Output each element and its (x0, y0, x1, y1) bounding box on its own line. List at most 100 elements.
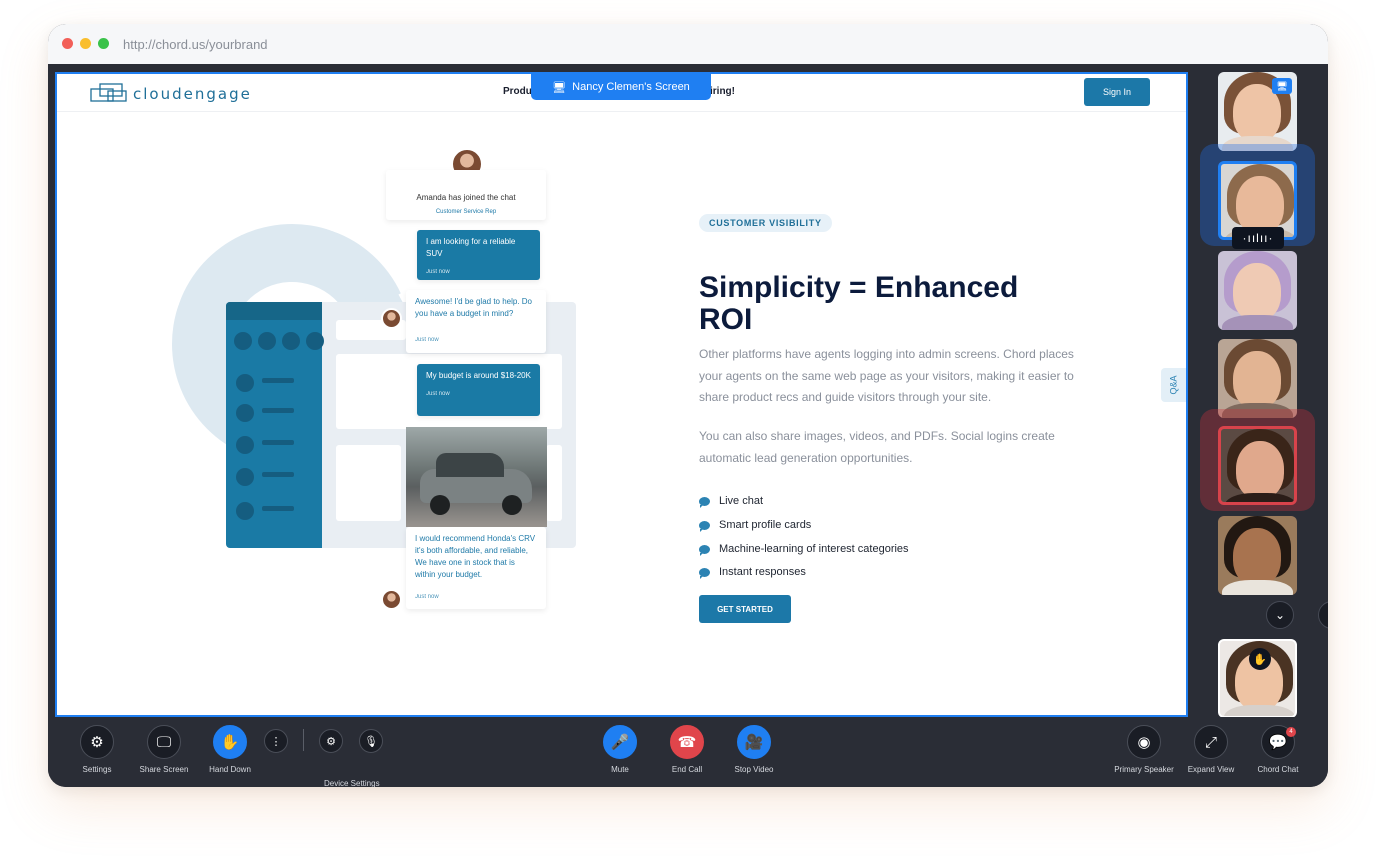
chat-message-time: Just now (415, 594, 439, 600)
hero-paragraph-1: Other platforms have agents logging into… (699, 347, 1074, 404)
raised-hand-icon: ✋ (1249, 648, 1271, 670)
camera-settings-icon: ⚙ (326, 735, 336, 748)
shared-screen-view: cloudengage Produ iring! Sign In 🖥 Nancy… (55, 72, 1188, 717)
logo-text: cloudengage (133, 85, 252, 103)
dashboard-dot (236, 502, 254, 520)
dashboard-bar (262, 408, 294, 413)
car-window (436, 453, 504, 477)
raised-hand-icon[interactable]: ✋ (213, 725, 247, 759)
dashboard-dot (236, 374, 254, 392)
participant-face (1233, 528, 1281, 586)
chat-message-time: Just now (415, 337, 439, 343)
mic-settings-button[interactable]: 🎙 (359, 729, 383, 753)
dashboard-dot (282, 332, 300, 350)
chat-message-text: My budget is around $18-20K (426, 371, 531, 380)
minimize-window-button[interactable] (80, 38, 91, 49)
participants-sidebar: 🖥 ·ıılıı· ⌄ ⌃ (1188, 64, 1328, 718)
dashboard-dot (234, 332, 252, 350)
dashboard-bar (262, 440, 294, 445)
chat-bubble-icon (699, 496, 710, 508)
hand-down-label: Hand Down (209, 765, 251, 774)
feature-item: Machine-learning of interest categories (699, 543, 909, 556)
feature-label: Smart profile cards (719, 519, 812, 531)
chat-message-text: I am looking for a reliable SUV (426, 237, 516, 258)
end-call-label: End Call (671, 765, 703, 774)
scroll-down-button[interactable]: ⌄ (1266, 601, 1294, 629)
participant-face (1236, 441, 1284, 499)
screen-share-icon: 🖥 (1272, 78, 1292, 94)
expand-view-label: Expand View (1187, 765, 1235, 774)
hero-title: Simplicity = Enhanced ROI (699, 271, 1019, 336)
hero-paragraph-2: You can also share images, videos, and P… (699, 429, 1055, 465)
sign-in-button[interactable]: Sign In (1084, 78, 1150, 106)
chat-joined-card: Amanda has joined the chat Customer Serv… (386, 170, 546, 220)
feature-label: Instant responses (719, 566, 806, 578)
chat-message-text: I would recommend Honda's CRV it's both … (415, 534, 536, 579)
more-options-button[interactable]: ⋮ (264, 729, 288, 753)
microphone-icon[interactable]: 🎤 (603, 725, 637, 759)
presenter-name: Nancy Clemen's Screen (572, 81, 690, 93)
app-window: http://chord.us/yourbrand cloudengage Pr… (48, 24, 1328, 787)
presenter-screen-label: 🖥 Nancy Clemen's Screen (531, 74, 711, 100)
participant-face (1236, 176, 1284, 234)
feature-item: Live chat (699, 495, 764, 508)
agent-avatar-small (381, 589, 402, 610)
hand-down-control[interactable]: ✋ Hand Down (190, 725, 270, 774)
dashboard-sidebar-top (226, 302, 322, 320)
chat-message-agent: Awesome! I'd be glad to help. Do you hav… (406, 290, 546, 353)
mute-label: Mute (611, 765, 629, 774)
chord-chat-label: Chord Chat (1257, 765, 1299, 774)
share-screen-icon[interactable]: 🖵 (147, 725, 181, 759)
gear-icon[interactable]: ⚙ (80, 725, 114, 759)
stop-video-control[interactable]: 🎥 Stop Video (714, 725, 794, 774)
get-started-button[interactable]: GET STARTED (699, 595, 791, 623)
chord-chat-control[interactable]: 💬 4 Chord Chat (1238, 725, 1318, 774)
participant-tile[interactable] (1218, 516, 1297, 595)
device-settings-label: Device Settings (324, 779, 380, 787)
settings-label: Settings (82, 765, 112, 774)
chat-bubble-icon (699, 567, 710, 579)
dashboard-card (336, 445, 401, 521)
dashboard-sidebar (226, 302, 324, 548)
qa-tab[interactable]: Q&A (1161, 368, 1186, 402)
video-camera-icon[interactable]: 🎥 (737, 725, 771, 759)
participant-tile[interactable] (1218, 339, 1297, 418)
call-toolbar: ⚙ Settings 🖵 Share Screen ✋ Hand Down ⋮ … (48, 717, 1328, 787)
chat-message-time: Just now (426, 391, 450, 397)
browser-titlebar: http://chord.us/yourbrand (48, 24, 1328, 64)
car-photo (406, 427, 547, 527)
nav-headline-right: iring! (710, 86, 735, 97)
url-bar[interactable]: http://chord.us/yourbrand (123, 37, 268, 52)
dashboard-bar (262, 472, 294, 477)
dashboard-dot (258, 332, 276, 350)
participant-body (1225, 493, 1294, 502)
car-wheel (502, 495, 522, 515)
chat-message-visitor: My budget is around $18-20K Just now (417, 364, 540, 416)
expand-icon[interactable]: ⤢ (1194, 725, 1228, 759)
chat-joined-text: Amanda has joined the chat (416, 193, 516, 202)
scroll-up-button[interactable]: ⌃ (1318, 601, 1328, 629)
participant-tile-highlighted[interactable] (1218, 426, 1297, 505)
feature-label: Machine-learning of interest categories (719, 543, 909, 555)
chat-message-text: Awesome! I'd be glad to help. Do you hav… (415, 297, 533, 318)
dashboard-dot (236, 404, 254, 422)
chat-bubble-icon (699, 520, 710, 532)
close-window-button[interactable] (62, 38, 73, 49)
dashboard-dot (236, 468, 254, 486)
toolbar-divider (303, 729, 304, 751)
chat-joined-role: Customer Service Rep (435, 209, 497, 215)
qa-tab-label: Q&A (1168, 375, 1179, 395)
maximize-window-button[interactable] (98, 38, 109, 49)
camera-settings-button[interactable]: ⚙ (319, 729, 343, 753)
chat-illustration: Amanda has joined the chat Customer Serv… (138, 148, 607, 614)
participant-tile[interactable] (1218, 251, 1297, 330)
speaker-icon[interactable]: ◉ (1127, 725, 1161, 759)
agent-avatar-small (381, 308, 402, 329)
primary-speaker-label: Primary Speaker (1114, 765, 1174, 774)
chat-message-time: Just now (426, 269, 450, 275)
phone-hangup-icon[interactable]: ☎ (670, 725, 704, 759)
feature-label: Live chat (719, 495, 764, 507)
chevron-up-icon: ⌃ (1327, 608, 1328, 622)
participant-face (1233, 263, 1281, 321)
share-screen-label: Share Screen (139, 765, 189, 774)
